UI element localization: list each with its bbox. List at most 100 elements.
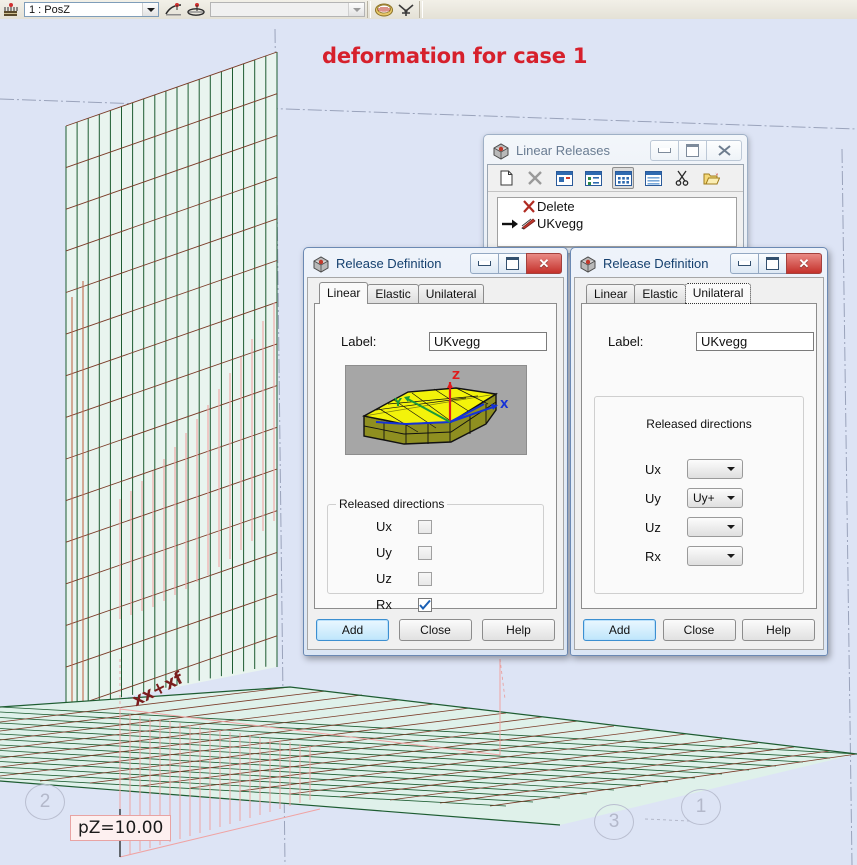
secondary-combo[interactable] — [210, 2, 365, 17]
maximize-button[interactable] — [678, 140, 707, 161]
list-item-label: Delete — [537, 199, 575, 214]
close-button[interactable]: ✕ — [526, 253, 562, 274]
list-item[interactable]: UKvegg — [498, 215, 736, 232]
direction-label-ux: Ux — [376, 519, 392, 534]
small-icons-view-icon[interactable] — [583, 168, 603, 188]
direction-combo-uy-value: Uy+ — [693, 491, 715, 505]
release-pen-icon — [520, 217, 537, 230]
load-case-value: 1 : PosZ — [29, 3, 70, 16]
svg-text:Y: Y — [393, 396, 403, 409]
linear-releases-list[interactable]: Delete UKvegg — [497, 197, 737, 247]
new-icon[interactable] — [496, 168, 516, 188]
dialog-right-buttons: Add Close Help — [583, 619, 815, 641]
grid-bubble-1[interactable]: 1 — [681, 789, 721, 825]
release-definition-right-titlebar[interactable]: Release Definition ✕ — [574, 251, 824, 276]
linear-releases-toolbar — [488, 165, 743, 192]
bar-support-icon[interactable] — [163, 1, 185, 19]
toolbar-separator — [367, 1, 371, 18]
delete-x-icon[interactable] — [525, 168, 545, 188]
direction-combo-rx[interactable] — [687, 546, 743, 566]
linear-releases-body: Delete UKvegg — [487, 164, 744, 248]
direction-row-uy: Uy — [376, 545, 543, 560]
large-icons-view-icon[interactable] — [554, 168, 574, 188]
minimize-button[interactable] — [650, 140, 679, 161]
close-button[interactable]: ✕ — [786, 253, 822, 274]
released-directions-title: Released directions — [646, 417, 752, 431]
chevron-down-icon — [727, 496, 735, 500]
release-definition-dialog-right[interactable]: Release Definition ✕ Linear Elastic Unil… — [570, 247, 828, 656]
panel-support-icon[interactable] — [185, 1, 207, 19]
open-folder-icon[interactable] — [701, 168, 721, 188]
release-tabs-left: Linear Elastic Unilateral — [319, 282, 557, 304]
dialog-left-buttons: Add Close Help — [316, 619, 555, 641]
list-view-icon[interactable] — [612, 167, 634, 189]
linear-releases-window[interactable]: Linear Releases Delete UKvegg — [483, 134, 748, 254]
direction-row-rx: Rx — [376, 597, 543, 612]
section-icon[interactable] — [395, 1, 417, 19]
tab-unilateral[interactable]: Unilateral — [684, 283, 752, 304]
chevron-down-icon[interactable] — [348, 3, 364, 16]
released-directions-title: Released directions — [336, 497, 448, 511]
minimize-button[interactable] — [730, 253, 759, 274]
chevron-down-icon[interactable] — [142, 3, 158, 16]
scissors-icon[interactable] — [672, 168, 692, 188]
add-button[interactable]: Add — [316, 619, 389, 641]
support-icon[interactable] — [0, 1, 22, 19]
maximize-button[interactable] — [498, 253, 527, 274]
label-input[interactable]: UKvegg — [429, 332, 547, 351]
direction-combo-uy[interactable]: Uy+ — [687, 488, 743, 508]
grid-bubble-2[interactable]: 2 — [25, 784, 65, 820]
close-button[interactable] — [706, 140, 742, 161]
curved-slab-3d-preview: Z X Y — [344, 365, 527, 455]
load-case-combo[interactable]: 1 : PosZ — [24, 2, 159, 17]
tab-linear[interactable]: Linear — [586, 284, 636, 304]
list-item[interactable]: Delete — [498, 198, 736, 215]
release-tabs-right: Linear Elastic Unilateral — [586, 283, 817, 304]
tab-elastic[interactable]: Elastic — [634, 284, 686, 304]
released-directions-group-left: Released directions Ux Uy Uz Rx — [327, 497, 544, 612]
tab-unilateral[interactable]: Unilateral — [417, 284, 485, 304]
label-caption: Label: — [341, 334, 377, 349]
help-button[interactable]: Help — [482, 619, 555, 641]
checkbox-uz[interactable] — [418, 571, 432, 586]
window-controls: ✕ — [470, 253, 562, 274]
toolbar-separator-2 — [419, 1, 423, 18]
close-button[interactable]: Close — [662, 619, 736, 641]
direction-combo-uz[interactable] — [687, 517, 743, 537]
released-directions-group-right: Released directions Ux Uy Uy+ Uz Rx — [594, 396, 804, 594]
label-field-row: Label: UKvegg — [315, 332, 556, 351]
checkbox-uy[interactable] — [418, 545, 432, 560]
direction-label-ux: Ux — [645, 461, 661, 477]
unilateral-tab-panel: Label: UKvegg Released directions Ux Uy … — [581, 303, 817, 609]
direction-label-uz: Uz — [645, 519, 661, 535]
checkbox-ux[interactable] — [418, 519, 432, 534]
close-button[interactable]: Close — [399, 619, 472, 641]
direction-combo-ux[interactable] — [687, 459, 743, 479]
release-cube-icon — [491, 142, 511, 160]
tab-linear[interactable]: Linear — [319, 282, 369, 304]
linear-releases-titlebar[interactable]: Linear Releases — [487, 138, 744, 163]
direction-label-rx: Rx — [376, 597, 392, 612]
help-button[interactable]: Help — [742, 619, 815, 641]
grid-bubble-3[interactable]: 3 — [594, 804, 634, 840]
direction-row-ux: Ux — [376, 519, 543, 534]
label-caption: Label: — [608, 334, 644, 349]
svg-text:X: X — [500, 398, 509, 411]
minimize-button[interactable] — [470, 253, 499, 274]
release-definition-dialog-left[interactable]: Release Definition ✕ Linear Elastic Unil… — [303, 247, 568, 656]
release-cube-icon — [578, 255, 598, 273]
label-input[interactable]: UKvegg — [696, 332, 814, 351]
direction-label-uy: Uy — [376, 545, 392, 560]
details-view-icon[interactable] — [643, 168, 663, 188]
window-controls — [650, 140, 742, 161]
colors-icon[interactable] — [373, 1, 395, 19]
tab-elastic[interactable]: Elastic — [367, 284, 419, 304]
release-definition-left-titlebar[interactable]: Release Definition ✕ — [307, 251, 564, 276]
checkbox-rx[interactable] — [418, 597, 432, 612]
direction-row-uz: Uz — [645, 517, 803, 537]
add-button[interactable]: Add — [583, 619, 656, 641]
maximize-button[interactable] — [758, 253, 787, 274]
delete-x-icon — [520, 200, 537, 213]
direction-label-rx: Rx — [645, 548, 661, 564]
direction-row-uz: Uz — [376, 571, 543, 586]
